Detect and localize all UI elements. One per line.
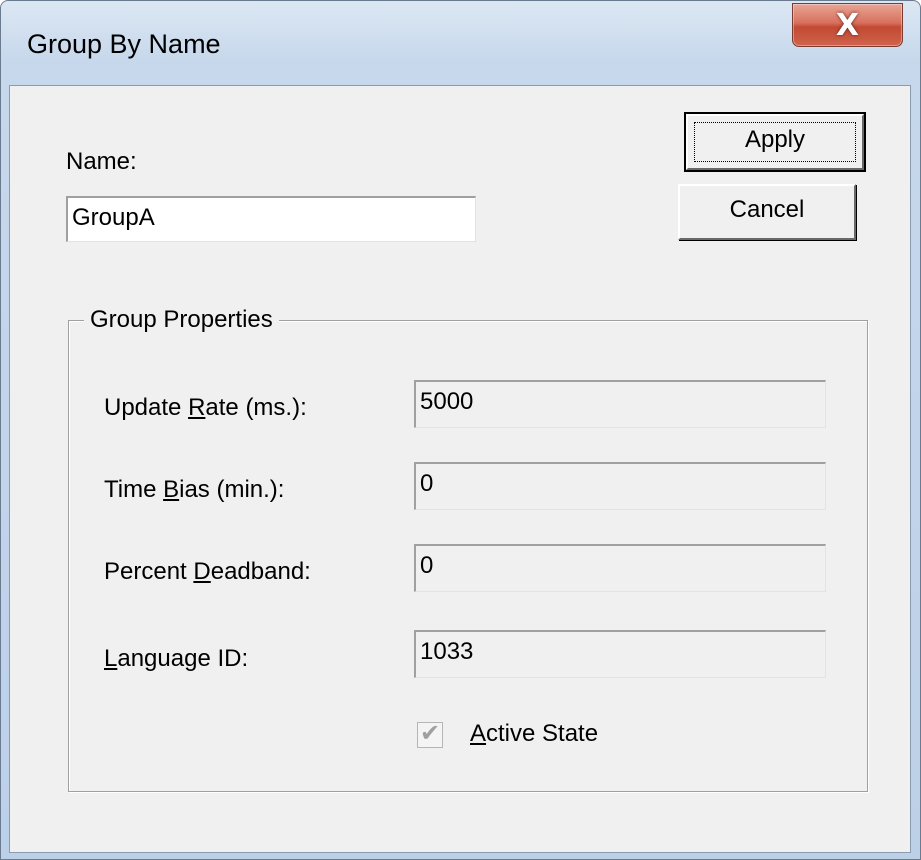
close-icon: X [835,8,860,43]
update-rate-label: Update Rate (ms.): [104,394,307,422]
name-label: Name: [66,148,137,175]
time-bias-field[interactable]: 0 [414,462,826,510]
time-bias-label-mnemonic: B [163,476,180,503]
group-properties-title: Group Properties [84,306,279,334]
name-input[interactable]: GroupA [66,196,476,242]
percent-deadband-field[interactable]: 0 [414,544,826,592]
language-id-field[interactable]: 1033 [414,630,826,678]
active-state-label-mnemonic: A [470,720,487,747]
update-rate-label-post: ate (ms.): [205,394,307,421]
time-bias-label: Time Bias (min.): [104,476,284,504]
language-id-label-post: anguage ID: [117,645,249,672]
update-rate-label-pre: Update [104,394,189,421]
percent-deadband-label-post: eadband: [210,558,311,585]
percent-deadband-label: Percent Deadband: [104,558,311,586]
window-title: Group By Name [27,29,221,59]
percent-deadband-label-mnemonic: D [193,558,211,585]
language-id-label: Language ID: [104,645,248,673]
percent-deadband-label-pre: Percent [104,558,194,585]
checkmark-icon: ✔ [420,719,441,747]
cancel-button[interactable]: Cancel [678,184,856,240]
apply-button-label: Apply [744,126,806,153]
update-rate-label-mnemonic: R [188,394,206,421]
update-rate-field[interactable]: 5000 [414,380,826,428]
language-id-label-mnemonic: L [104,645,118,672]
close-button[interactable]: X [792,3,903,47]
title-bar[interactable]: Group By Name X [1,1,920,87]
time-bias-label-pre: Time [104,476,164,503]
active-state-checkbox[interactable]: ✔ [417,719,443,748]
time-bias-label-post: ias (min.): [179,476,285,503]
active-state-label[interactable]: Active State [470,720,598,748]
cancel-button-label: Cancel [729,196,805,223]
active-state-label-post: ctive State [486,720,599,747]
apply-button[interactable]: Apply [684,112,866,172]
